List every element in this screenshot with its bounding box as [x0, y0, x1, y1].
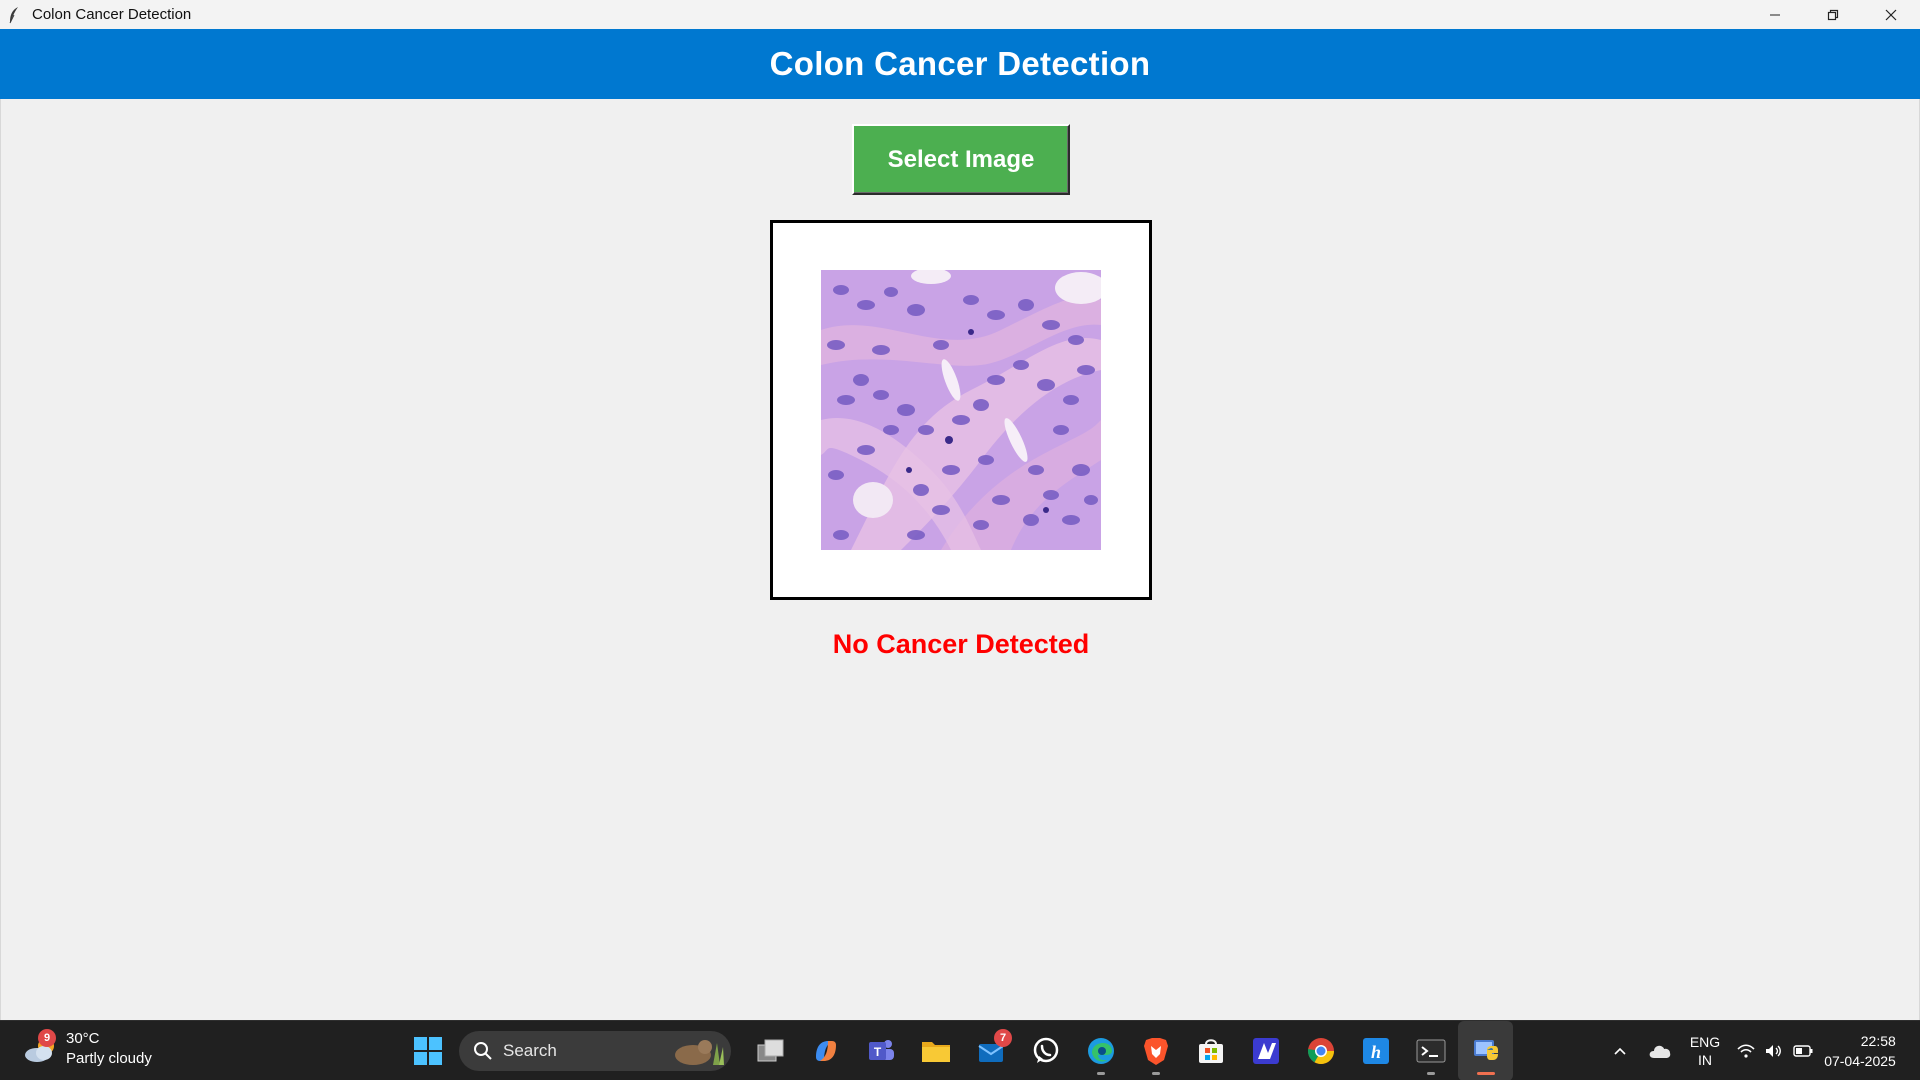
- search-icon: [474, 1042, 492, 1060]
- copilot-icon: [815, 1041, 836, 1061]
- weather-temperature: 30°C: [66, 1030, 100, 1047]
- brave-icon: [1143, 1038, 1168, 1065]
- weather-widget[interactable]: 9 30°C Partly cloudy: [22, 1029, 152, 1069]
- teams-icon: T: [868, 1040, 894, 1060]
- restore-icon: [1827, 9, 1839, 20]
- m-app-icon: [1252, 1038, 1279, 1064]
- wifi-icon: [1737, 1044, 1755, 1058]
- copilot-button[interactable]: [798, 1021, 853, 1080]
- chevron-up-icon: [1614, 1047, 1626, 1055]
- restore-button[interactable]: [1804, 0, 1862, 29]
- volume-icon: [1766, 1045, 1781, 1057]
- store-button[interactable]: [1183, 1021, 1238, 1080]
- python-icon: [1473, 1040, 1498, 1060]
- windows-icon: [413, 1037, 442, 1065]
- folder-icon: [921, 1042, 950, 1062]
- show-hidden-icons-button[interactable]: [1600, 1021, 1640, 1080]
- page-title: Colon Cancer Detection: [769, 45, 1151, 82]
- svg-text:T: T: [873, 1045, 881, 1059]
- system-tray: ENG IN 22:58 07-04-2025: [1600, 1021, 1920, 1080]
- svg-text:h: h: [1370, 1042, 1380, 1062]
- store-icon: [1198, 1039, 1223, 1063]
- window-title: Colon Cancer Detection: [32, 6, 192, 23]
- clock-time: 22:58: [1860, 1033, 1896, 1049]
- running-indicator: [1151, 1072, 1160, 1075]
- taskbar: 9 30°C Partly cloudy Search T 7 h ENG IN…: [0, 1020, 1920, 1080]
- result-label: No Cancer Detected: [832, 629, 1090, 659]
- running-indicator: [1426, 1072, 1435, 1075]
- partly-cloudy-icon: 9: [22, 1029, 62, 1069]
- teams-button[interactable]: T: [853, 1021, 908, 1080]
- header-banner: Colon Cancer Detection: [0, 29, 1920, 99]
- clock-date: 07-04-2025: [1824, 1053, 1896, 1069]
- close-button[interactable]: [1862, 0, 1920, 29]
- search-label: Search: [503, 1041, 557, 1060]
- onedrive-button[interactable]: [1640, 1021, 1680, 1080]
- language-code: ENG: [1689, 1034, 1721, 1050]
- window-title-bar: Colon Cancer Detection: [0, 0, 1920, 29]
- terminal-button[interactable]: [1403, 1021, 1458, 1080]
- weather-badge: 9: [38, 1029, 56, 1047]
- clock[interactable]: 22:58 07-04-2025: [1820, 1021, 1920, 1080]
- close-icon: [1885, 9, 1897, 20]
- start-button[interactable]: [400, 1021, 455, 1080]
- battery-icon: [1793, 1045, 1813, 1057]
- task-view-icon: [757, 1039, 783, 1062]
- active-indicator: [1476, 1072, 1495, 1075]
- brave-button[interactable]: [1128, 1021, 1183, 1080]
- quick-settings-button[interactable]: [1730, 1021, 1820, 1080]
- language-indicator[interactable]: ENG IN: [1680, 1021, 1730, 1080]
- python-app-button[interactable]: [1458, 1021, 1513, 1080]
- h-app-button[interactable]: h: [1348, 1021, 1403, 1080]
- minimize-icon: [1770, 14, 1780, 15]
- minimize-button[interactable]: [1746, 0, 1804, 29]
- taskbar-search[interactable]: Search: [459, 1031, 731, 1071]
- task-view-button[interactable]: [743, 1021, 798, 1080]
- mail-button[interactable]: 7: [963, 1021, 1018, 1080]
- running-indicator: [1096, 1072, 1105, 1075]
- chrome-icon: [1307, 1038, 1334, 1065]
- whatsapp-icon: [1033, 1037, 1058, 1063]
- taskbar-apps: Search T 7 h: [400, 1021, 1513, 1080]
- language-region: IN: [1698, 1052, 1712, 1068]
- file-explorer-button[interactable]: [908, 1021, 963, 1080]
- feather-icon: [6, 6, 22, 24]
- weather-condition: Partly cloudy: [66, 1050, 152, 1067]
- whatsapp-button[interactable]: [1018, 1021, 1073, 1080]
- window-controls: [1746, 0, 1920, 29]
- histology-image: [821, 270, 1101, 550]
- edge-icon: [1087, 1038, 1114, 1064]
- image-preview-frame: [770, 220, 1152, 600]
- cloud-icon: [1649, 1045, 1671, 1058]
- main-area: Select Image No Cancer Detected: [0, 99, 1920, 1020]
- search-highlight-icon: [675, 1040, 724, 1065]
- mail-badge: 7: [994, 1029, 1012, 1047]
- edge-button[interactable]: [1073, 1021, 1128, 1080]
- h-app-icon: h: [1362, 1038, 1389, 1064]
- terminal-icon: [1416, 1039, 1445, 1063]
- select-image-button[interactable]: Select Image: [852, 124, 1070, 195]
- chrome-button[interactable]: [1293, 1021, 1348, 1080]
- app-m-button[interactable]: [1238, 1021, 1293, 1080]
